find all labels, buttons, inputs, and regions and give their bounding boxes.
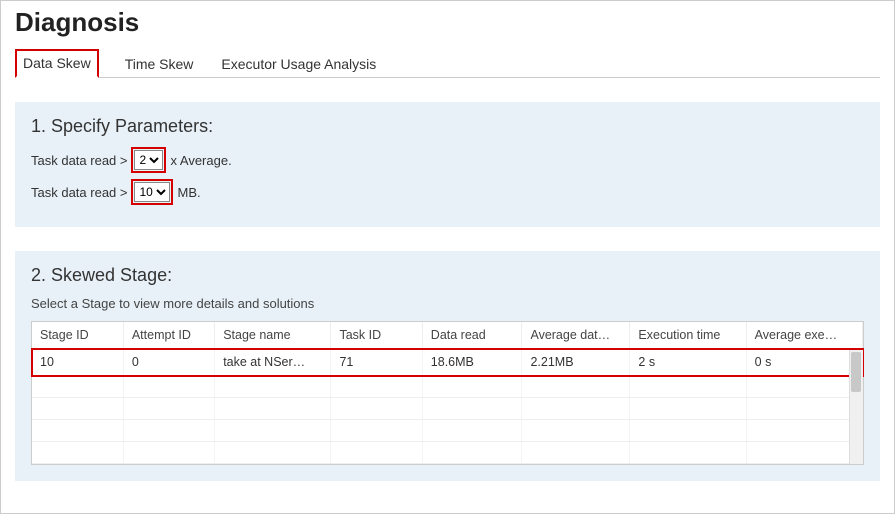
table-row-empty	[32, 398, 863, 420]
tab-time-skew[interactable]: Time Skew	[123, 51, 196, 78]
diagnosis-page: Diagnosis Data Skew Time Skew Executor U…	[0, 0, 895, 514]
table-scrollbar-thumb[interactable]	[851, 352, 861, 392]
section1-heading: 1. Specify Parameters:	[31, 116, 864, 137]
section2-subtext: Select a Stage to view more details and …	[31, 296, 864, 311]
param-row-threshold: Task data read > 10 MB.	[31, 179, 864, 205]
multiplier-select[interactable]: 2	[134, 150, 163, 170]
specify-parameters-panel: 1. Specify Parameters: Task data read > …	[15, 102, 880, 227]
col-stage-id[interactable]: Stage ID	[32, 322, 123, 349]
cell-stage-id: 10	[32, 349, 123, 376]
table-header-row: Stage ID Attempt ID Stage name Task ID D…	[32, 322, 863, 349]
param2-prefix: Task data read >	[31, 185, 127, 200]
table-row-empty	[32, 420, 863, 442]
table-row-empty	[32, 442, 863, 464]
param2-suffix: MB.	[177, 185, 200, 200]
param1-prefix: Task data read >	[31, 153, 127, 168]
tab-executor-usage[interactable]: Executor Usage Analysis	[219, 51, 378, 78]
col-data-read[interactable]: Data read	[422, 322, 522, 349]
col-attempt-id[interactable]: Attempt ID	[123, 322, 214, 349]
tab-data-skew[interactable]: Data Skew	[15, 49, 99, 78]
param-row-multiplier: Task data read > 2 x Average.	[31, 147, 864, 173]
cell-attempt-id: 0	[123, 349, 214, 376]
skewed-stage-panel: 2. Skewed Stage: Select a Stage to view …	[15, 251, 880, 481]
col-avg-exec[interactable]: Average exe…	[746, 322, 862, 349]
cell-avg-exec: 0 s	[746, 349, 862, 376]
skewed-stage-table: Stage ID Attempt ID Stage name Task ID D…	[32, 322, 863, 464]
col-avg-data[interactable]: Average dat…	[522, 322, 630, 349]
param1-suffix: x Average.	[170, 153, 231, 168]
param2-select-highlight: 10	[131, 179, 173, 205]
skewed-stage-table-wrap: Stage ID Attempt ID Stage name Task ID D…	[31, 321, 864, 465]
page-title: Diagnosis	[15, 7, 880, 38]
col-stage-name[interactable]: Stage name	[215, 322, 331, 349]
cell-avg-data: 2.21MB	[522, 349, 630, 376]
cell-task-id: 71	[331, 349, 422, 376]
table-row[interactable]: 10 0 take at NSer… 71 18.6MB 2.21MB 2 s …	[32, 349, 863, 376]
cell-exec-time: 2 s	[630, 349, 746, 376]
param1-select-highlight: 2	[131, 147, 166, 173]
tab-bar: Data Skew Time Skew Executor Usage Analy…	[15, 48, 880, 78]
cell-stage-name: take at NSer…	[215, 349, 331, 376]
table-row-empty	[32, 376, 863, 398]
threshold-select[interactable]: 10	[134, 182, 170, 202]
section2-heading: 2. Skewed Stage:	[31, 265, 864, 286]
cell-data-read: 18.6MB	[422, 349, 522, 376]
col-task-id[interactable]: Task ID	[331, 322, 422, 349]
col-exec-time[interactable]: Execution time	[630, 322, 746, 349]
